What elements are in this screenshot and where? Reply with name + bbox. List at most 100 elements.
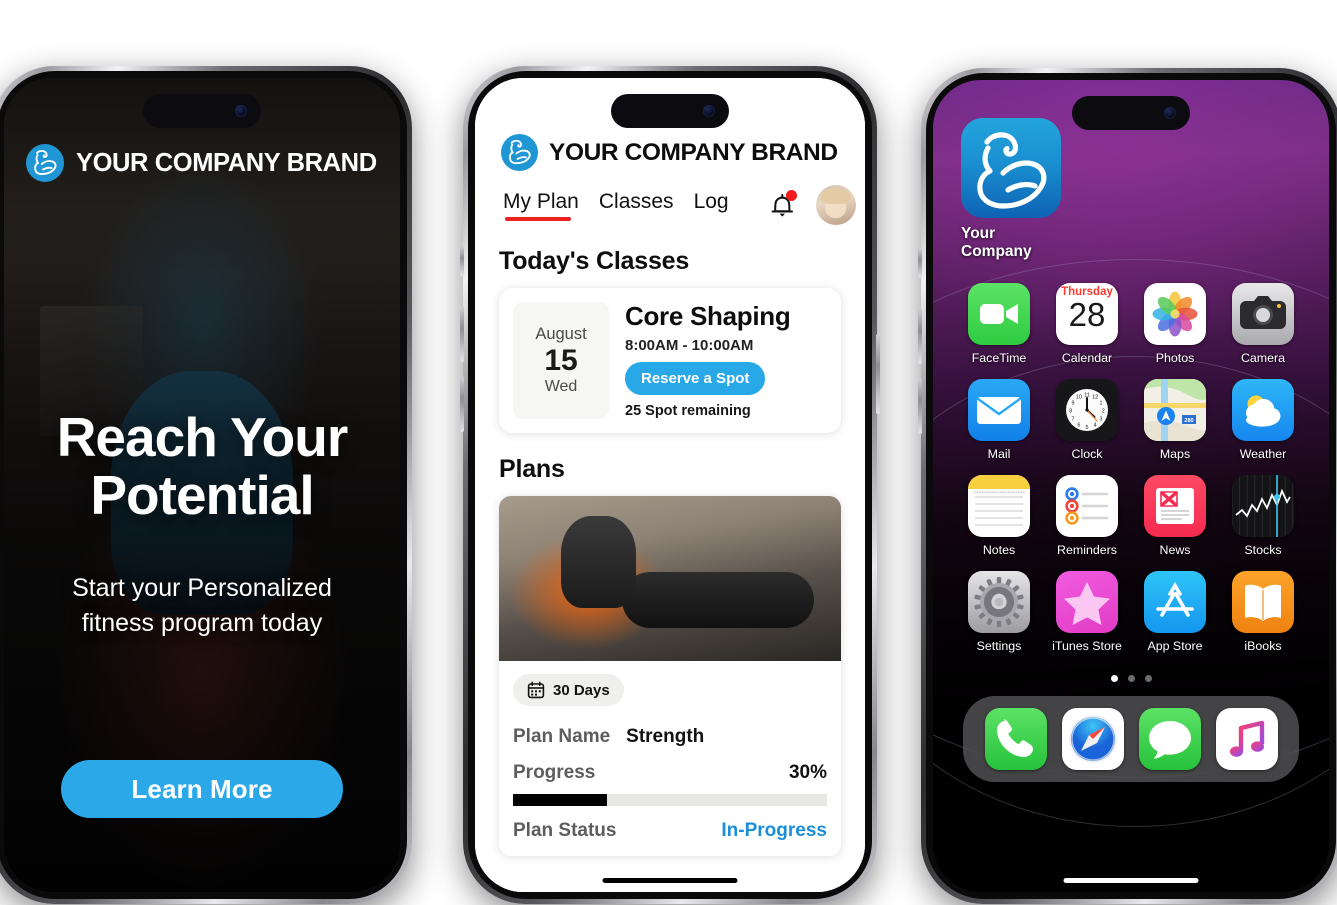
hero-title-line-1: Reach Your [56, 406, 349, 468]
app-app-store[interactable]: App Store [1131, 571, 1219, 653]
ibooks-icon [1232, 571, 1294, 633]
app-maps[interactable]: 280 Maps [1131, 379, 1219, 461]
plan-duration-chip: 30 Days [513, 674, 624, 707]
app-label: Maps [1159, 447, 1191, 461]
brand-bar: YOUR COMPANY BRAND [475, 134, 865, 171]
class-weekday: Wed [544, 378, 578, 396]
app-photos[interactable]: Photos [1131, 283, 1219, 365]
app-label: News [1159, 543, 1191, 557]
plan-status-value: In-Progress [721, 820, 827, 842]
stocks-icon [1232, 475, 1294, 537]
learn-more-button[interactable]: Learn More [61, 760, 343, 818]
dynamic-island [143, 94, 261, 128]
class-info: Core Shaping 8:00AM - 10:00AM Reserve a … [625, 301, 827, 419]
reminders-icon [1056, 475, 1118, 537]
front-camera-icon [1164, 107, 1176, 119]
app-label: Reminders [1057, 543, 1117, 557]
dock-app-safari[interactable] [1061, 708, 1124, 770]
volume-down-button[interactable] [460, 376, 464, 432]
class-day: 15 [544, 343, 578, 377]
brand-name: YOUR COMPANY BRAND [549, 138, 838, 166]
app-store-icon [1144, 571, 1206, 633]
volume-up-button[interactable] [918, 308, 922, 364]
tab-log[interactable]: Log [694, 190, 729, 221]
svg-text:2: 2 [1102, 409, 1105, 415]
phone-2-screen: YOUR COMPANY BRAND My Plan Classes Log T… [475, 78, 865, 892]
dynamic-island [611, 94, 729, 128]
dock-app-messages[interactable] [1138, 708, 1201, 770]
app-label: Mail [987, 447, 1011, 461]
app-label: iTunes Store [1052, 639, 1122, 653]
mute-switch[interactable] [460, 246, 464, 276]
plan-row-status: Plan Status In-Progress [513, 820, 827, 842]
main-nav: My Plan Classes Log [475, 171, 865, 225]
app-label: Stocks [1244, 543, 1282, 557]
flexed-biceps-icon [26, 144, 64, 182]
svg-text:280: 280 [1184, 418, 1193, 424]
app-ibooks[interactable]: iBooks [1219, 571, 1307, 653]
music-note-icon [1215, 708, 1278, 770]
hero-title: Reach Your Potential [22, 408, 382, 525]
mail-icon [968, 379, 1030, 441]
dock [963, 696, 1299, 782]
class-date-box: August 15 Wed [513, 302, 609, 420]
app-label: iBooks [1244, 639, 1282, 653]
user-avatar[interactable] [815, 185, 856, 225]
dock-app-music[interactable] [1215, 708, 1278, 770]
volume-down-button[interactable] [918, 378, 922, 434]
plan-detail-rows: Plan Name Strength Progress 30% Plan Sta… [499, 706, 841, 856]
svg-text:1: 1 [1100, 401, 1103, 407]
class-card[interactable]: August 15 Wed Core Shaping 8:00AM - 10:0… [499, 288, 841, 434]
plan-card[interactable]: 30 Days Plan Name Strength Progress 30% [499, 496, 841, 857]
app-camera[interactable]: Camera [1219, 283, 1307, 365]
app-grid: FaceTime Thursday 28 Calendar Photos Camer… [955, 283, 1307, 653]
brand-name: YOUR COMPANY BRAND [76, 148, 377, 177]
app-itunes-store[interactable]: iTunes Store [1043, 571, 1131, 653]
app-clock[interactable]: 12 1 2 3 4 5 6 7 8 9 10 11 Clock [1043, 379, 1131, 461]
page-dot-3[interactable] [1144, 675, 1152, 682]
home-indicator[interactable] [602, 878, 738, 883]
app-container: YOUR COMPANY BRAND My Plan Classes Log T… [475, 78, 865, 892]
progress-bar-fill [513, 794, 608, 807]
page-dot-2[interactable] [1127, 675, 1135, 682]
app-settings[interactable]: Settings [955, 571, 1043, 653]
svg-text:5: 5 [1086, 425, 1089, 431]
hero-subtitle-line-1: Start your Personalized [72, 573, 332, 602]
maps-icon: 280 [1144, 379, 1206, 441]
app-your-company[interactable]: Your Company [961, 118, 1061, 261]
volume-up-button[interactable] [460, 306, 464, 362]
tab-classes[interactable]: Classes [599, 190, 674, 221]
phone-3-screen: Your Company FaceTime Thursday 28 Calenda… [933, 80, 1329, 892]
power-button[interactable] [876, 334, 880, 414]
tab-my-plan[interactable]: My Plan [503, 190, 579, 221]
page-dot-1[interactable] [1110, 675, 1118, 682]
phone-1-landing: YOUR COMPANY BRAND Reach Your Potential … [0, 66, 412, 904]
plan-duration-label: 30 Days [553, 681, 610, 699]
app-facetime[interactable]: FaceTime [955, 283, 1043, 365]
phone-2-app: YOUR COMPANY BRAND My Plan Classes Log T… [460, 66, 880, 904]
app-calendar[interactable]: Thursday 28 Calendar [1043, 283, 1131, 365]
brand-bar: YOUR COMPANY BRAND [26, 144, 386, 182]
reserve-a-spot-button[interactable]: Reserve a Spot [625, 362, 766, 396]
app-label: Camera [1240, 351, 1286, 365]
plan-row-progress: Progress 30% [513, 762, 827, 784]
app-label: Notes [982, 543, 1016, 557]
facetime-icon [968, 283, 1030, 345]
notification-bell-icon[interactable] [769, 189, 797, 220]
dock-app-phone[interactable] [984, 708, 1047, 770]
plans-heading: Plans [499, 455, 565, 484]
weather-icon [1232, 379, 1294, 441]
app-news[interactable]: News [1131, 475, 1219, 557]
app-reminders[interactable]: Reminders [1043, 475, 1131, 557]
home-indicator[interactable] [1063, 878, 1199, 883]
calendar-icon: Thursday 28 [1056, 283, 1118, 345]
app-mail[interactable]: Mail [955, 379, 1043, 461]
app-label: Your Company [961, 225, 1032, 260]
svg-text:10: 10 [1076, 395, 1082, 401]
plan-status-label: Plan Status [513, 820, 617, 842]
app-notes[interactable]: Notes [955, 475, 1043, 557]
app-stocks[interactable]: Stocks [1219, 475, 1307, 557]
mute-switch[interactable] [918, 248, 922, 278]
app-weather[interactable]: Weather [1219, 379, 1307, 461]
phone-3-homescreen: Your Company FaceTime Thursday 28 Calenda… [918, 68, 1337, 904]
